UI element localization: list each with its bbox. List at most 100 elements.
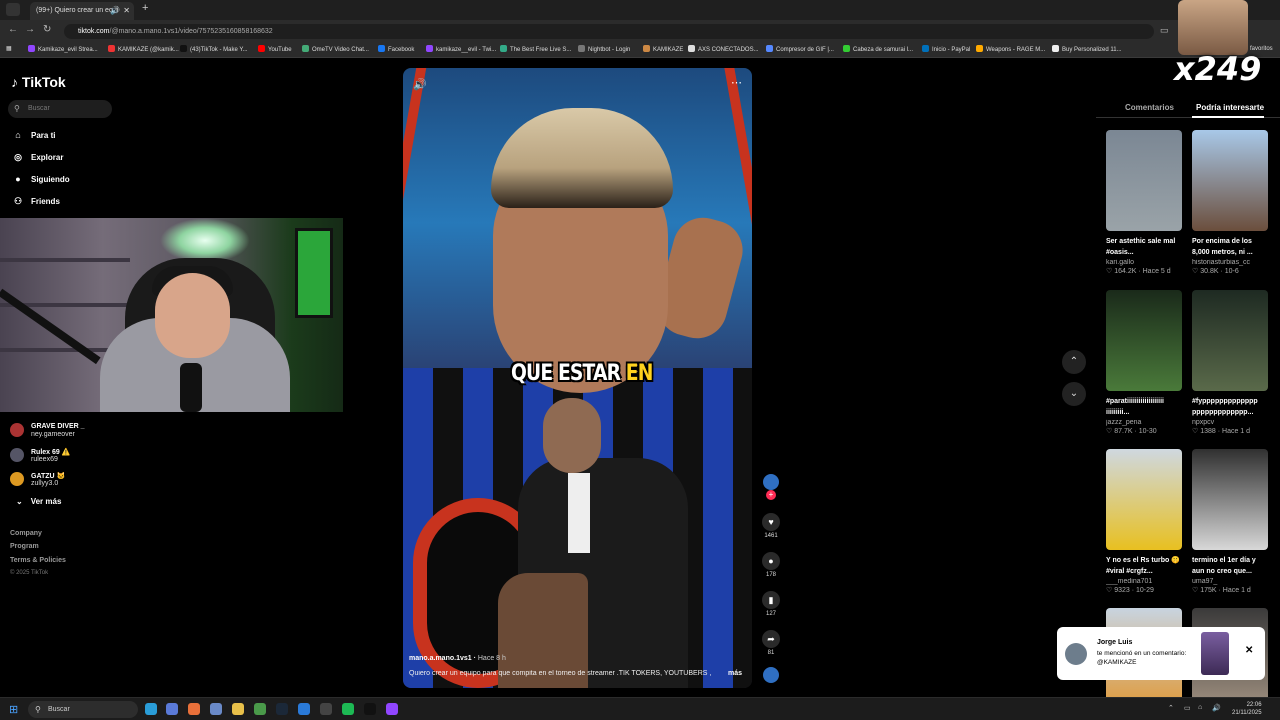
url-input[interactable]: tiktok.com/@mano.a.mano.1vs1/video/75752… xyxy=(64,24,1154,39)
video-player[interactable]: QUE ESTAR EN 🔊 ⋯ mano.a.mano.1vs1 · Hace… xyxy=(403,68,752,688)
nav-label: Friends xyxy=(31,197,60,206)
ver-mas-button[interactable]: ⌄ Ver más xyxy=(16,497,69,506)
footer-link-program[interactable]: Program xyxy=(10,543,39,550)
forward-icon[interactable]: → xyxy=(25,24,35,35)
video-thumbnail[interactable] xyxy=(1106,449,1182,550)
taskbar-search-input[interactable]: ⚲ Buscar xyxy=(28,701,138,718)
bookmark-item[interactable]: AXS CONECTADOS... xyxy=(688,45,759,53)
video-author[interactable]: ___medina701 xyxy=(1106,578,1182,585)
close-icon[interactable]: ✕ xyxy=(1245,645,1253,656)
bookmark-item[interactable]: Cabeza de samurai l... xyxy=(843,45,913,53)
bookmark-favicon-icon xyxy=(378,45,385,52)
comment-button[interactable]: ● 178 xyxy=(762,552,780,578)
back-icon[interactable]: ← xyxy=(8,24,18,35)
video-author[interactable]: jazzz_pena xyxy=(1106,419,1182,426)
share-button[interactable]: ➦ 81 xyxy=(762,630,780,656)
more-options-icon[interactable]: ⋯ xyxy=(731,76,742,89)
video-title: Ser astethic sale mal #oasis... xyxy=(1106,238,1176,256)
video-author[interactable]: mano.a.mano.1vs1 · Hace 8 h xyxy=(409,655,506,662)
tab-comentarios[interactable]: Comentarios xyxy=(1125,103,1174,112)
video-author[interactable]: kari.gallo xyxy=(1106,259,1182,266)
description-more-link[interactable]: más xyxy=(728,670,742,677)
nav-siguiendo[interactable]: ● Siguiendo xyxy=(11,174,69,184)
video-author[interactable]: npxpcv xyxy=(1192,419,1268,426)
follow-plus-icon[interactable]: + xyxy=(766,490,776,500)
twitch-icon[interactable] xyxy=(386,703,398,715)
speaker-icon[interactable]: 🔊 xyxy=(110,2,120,20)
close-tab-icon[interactable]: ✕ xyxy=(123,2,130,20)
tray-chevron-icon[interactable]: ⌃ xyxy=(1168,704,1174,712)
steam-icon[interactable] xyxy=(276,703,288,715)
browser-tab[interactable]: (99+) Quiero crear un equi 🔊 ✕ xyxy=(30,2,134,20)
bookmark-item[interactable]: Kamikaze_evil Strea... xyxy=(28,45,98,53)
footer-link-company[interactable]: Company xyxy=(10,530,42,537)
bookmark-item[interactable]: The Best Free Live S... xyxy=(500,45,571,53)
notes-icon[interactable] xyxy=(210,703,222,715)
network-icon[interactable]: ⌂ xyxy=(1198,704,1202,711)
save-button[interactable]: ▮ 127 xyxy=(762,591,780,617)
recommended-video-card[interactable]: Y no es el Rs turbo 🤫 #viral #crgfz... __… xyxy=(1106,449,1182,594)
next-video-button[interactable]: ⌄ xyxy=(1062,382,1086,406)
music-disc-icon[interactable] xyxy=(763,667,779,683)
video-thumbnail[interactable] xyxy=(1192,130,1268,231)
bookmark-item[interactable]: kamikaze__evil - Twi... xyxy=(426,45,496,53)
recommended-video-card[interactable]: Por encima de los 8,000 metros, ni ... hi… xyxy=(1192,130,1268,275)
tiktok-logo[interactable]: ♪ TikTok xyxy=(11,74,66,90)
tab-podria-interesarte[interactable]: Podría interesarte xyxy=(1196,103,1264,112)
new-tab-button[interactable]: + xyxy=(142,2,148,14)
edge-icon[interactable] xyxy=(145,703,157,715)
recommended-video-card[interactable]: #paratiiiiiiiiiiiiiiiiiii iiiiiiiii... ja… xyxy=(1106,290,1182,435)
mention-notification[interactable]: Jorge Luis te mencionó en un comentario:… xyxy=(1057,627,1265,680)
video-thumbnail[interactable] xyxy=(1192,290,1268,391)
bookmark-item[interactable]: Buy Personalized 11... xyxy=(1052,45,1122,53)
nav-friends[interactable]: ⚇ Friends xyxy=(11,196,60,207)
tiktok-search-input[interactable]: ⚲ Buscar xyxy=(8,100,112,118)
recommended-video-card[interactable]: Ser astethic sale mal #oasis... kari.gall… xyxy=(1106,130,1182,275)
video-thumbnail[interactable] xyxy=(1106,130,1182,231)
store-icon[interactable] xyxy=(166,703,178,715)
creator-avatar[interactable] xyxy=(763,474,779,490)
bookmark-item[interactable]: YouTube xyxy=(258,45,292,53)
cast-icon[interactable]: ▭ xyxy=(1160,25,1169,36)
avatar xyxy=(10,472,24,486)
notification-text: te mencionó en un comentario: @KAMIKAZE xyxy=(1097,650,1187,666)
video-author[interactable]: historiasturbias_cc xyxy=(1192,259,1268,266)
home-icon: ⌂ xyxy=(15,130,21,140)
recommended-video-card[interactable]: #fyppppppppppppp ppppppppppppp... npxpcv ♡… xyxy=(1192,290,1268,435)
clock[interactable]: 22:06 21/11/2025 xyxy=(1232,701,1262,717)
bookmark-item[interactable]: KAMIKAZE (@kamik... xyxy=(108,45,179,53)
bookmark-item[interactable]: Compresor de GIF |... xyxy=(766,45,834,53)
bookmark-item[interactable]: (43)TikTok - Make Y... xyxy=(180,45,248,53)
tab-search-button[interactable] xyxy=(6,3,20,16)
bookmark-item[interactable]: KAMIKAZE xyxy=(643,45,683,53)
bookmark-item[interactable]: OmeTV Video Chat... xyxy=(302,45,369,53)
bookmark-item[interactable]: Weapons - RAGE M... xyxy=(976,45,1045,53)
apps-icon[interactable]: ▦ xyxy=(6,45,12,52)
volume-icon[interactable]: 🔊 xyxy=(413,78,427,91)
bookmark-item[interactable]: Facebook xyxy=(378,45,414,53)
post-time: Hace 8 h xyxy=(477,655,506,662)
nav-explorar[interactable]: ◎ Explorar xyxy=(11,152,63,163)
mail-icon[interactable] xyxy=(298,703,310,715)
chrome-icon[interactable] xyxy=(254,703,266,715)
bookmark-item[interactable]: Inicio - PayPal xyxy=(922,45,970,53)
account-name: Rulex 69 ⚠️ xyxy=(31,449,71,456)
tiktok-icon[interactable] xyxy=(364,703,376,715)
obs-icon[interactable] xyxy=(320,703,332,715)
video-author[interactable]: uma97_ xyxy=(1192,578,1268,585)
network-icon[interactable]: ▭ xyxy=(1184,704,1191,712)
bookmark-item[interactable]: Nightbot - Login xyxy=(578,45,630,53)
office-icon[interactable] xyxy=(188,703,200,715)
folder-icon[interactable] xyxy=(232,703,244,715)
volume-icon[interactable]: 🔊 xyxy=(1212,704,1221,712)
like-button[interactable]: ♥ 1461 xyxy=(762,513,780,539)
footer-link-terms[interactable]: Terms & Policies xyxy=(10,557,66,564)
previous-video-button[interactable]: ⌃ xyxy=(1062,350,1086,374)
recommended-video-card[interactable]: termino el 1er día y aun no creo que... u… xyxy=(1192,449,1268,594)
video-thumbnail[interactable] xyxy=(1192,449,1268,550)
windows-start-icon[interactable]: ⊞ xyxy=(9,703,18,716)
nav-para-ti[interactable]: ⌂ Para ti xyxy=(11,130,55,140)
video-thumbnail[interactable] xyxy=(1106,290,1182,391)
reload-icon[interactable]: ↻ xyxy=(43,24,51,35)
spotify-icon[interactable] xyxy=(342,703,354,715)
